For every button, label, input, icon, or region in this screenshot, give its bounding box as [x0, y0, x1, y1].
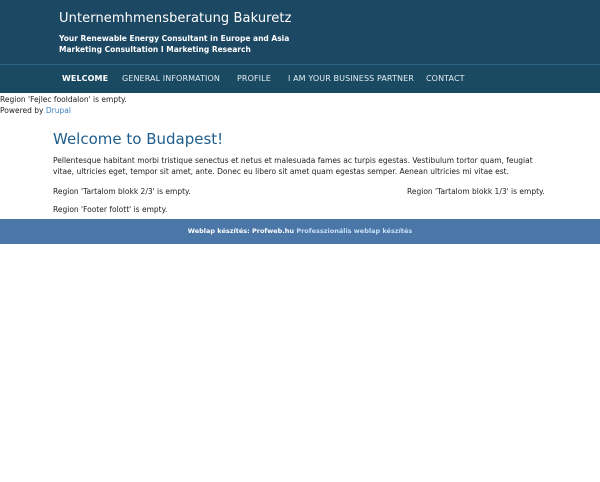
region-above-footer: Region 'Footer folott' is empty. [53, 205, 168, 214]
nav-item-contact[interactable]: CONTACT [426, 74, 465, 83]
footer-credit: Weblap készítés: Profweb.hu Professzioná… [0, 227, 600, 235]
slogan-line-2: Marketing Consultation I Marketing Resea… [59, 45, 251, 54]
nav-item-general-information[interactable]: GENERAL INFORMATION [122, 74, 220, 83]
main-navigation: WELCOME GENERAL INFORMATION PROFILE I AM… [0, 64, 600, 93]
nav-item-profile[interactable]: PROFILE [237, 74, 271, 83]
site-name[interactable]: Unternemhmensberatung Bakuretz [59, 11, 292, 26]
drupal-link[interactable]: Drupal [46, 106, 71, 115]
footer-link[interactable]: Professzionális weblap készítés [296, 227, 412, 235]
slogan-line-1: Your Renewable Energy Consultant in Euro… [59, 34, 290, 43]
site-header: Unternemhmensberatung Bakuretz Your Rene… [0, 0, 600, 64]
site-footer: Weblap készítés: Profweb.hu Professzioná… [0, 219, 600, 244]
body-text: Pellentesque habitant morbi tristique se… [53, 156, 533, 176]
page-title: Welcome to Budapest! [53, 130, 224, 148]
nav-item-business-partner[interactable]: I AM YOUR BUSINESS PARTNER [288, 74, 414, 83]
powered-by: Powered by Drupal [0, 106, 71, 115]
nav-item-welcome[interactable]: WELCOME [62, 74, 108, 83]
region-content-left: Region 'Tartalom blokk 2/3' is empty. [53, 187, 191, 196]
site-slogan: Your Renewable Energy Consultant in Euro… [59, 33, 359, 55]
region-content-right: Region 'Tartalom blokk 1/3' is empty. [407, 187, 545, 196]
footer-prefix: Weblap készítés: Profweb.hu [187, 227, 297, 235]
region-header-message: Region 'Fejlec fooldalon' is empty. [0, 95, 127, 104]
powered-by-label: Powered by [0, 106, 46, 115]
